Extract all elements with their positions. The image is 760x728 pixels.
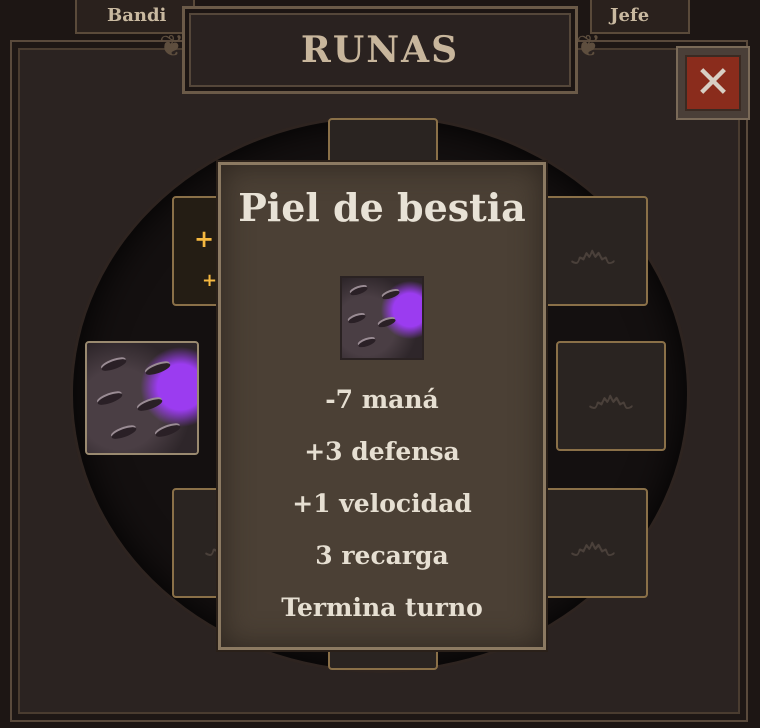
stat-defense: +3 defensa	[304, 437, 460, 466]
sparkle-plus-icon: +	[202, 270, 218, 291]
stat-ends-turn: Termina turno	[281, 593, 483, 622]
close-x-icon: ✕	[685, 55, 741, 111]
rune-slot-right[interactable]: ෴	[556, 341, 666, 451]
left-ornament-icon: ❦	[159, 29, 185, 64]
rune-slot-bottom-right[interactable]: ෴	[538, 488, 648, 598]
tooltip-rune-icon	[340, 276, 424, 360]
sparkle-plus-icon: +	[194, 224, 215, 253]
beast-claw-rune-icon	[342, 278, 422, 358]
close-button[interactable]: ✕	[676, 46, 750, 120]
spiral-rune-icon: ෴	[569, 513, 617, 572]
rune-slot-left-equipped[interactable]	[85, 341, 199, 455]
page-title: RUNAS	[300, 29, 460, 71]
spiral-rune-icon: ෴	[569, 221, 617, 280]
stat-cooldown: 3 recarga	[315, 541, 449, 570]
tooltip-title: Piel de bestia	[238, 185, 526, 230]
rune-slot-top-right[interactable]: ෴	[538, 196, 648, 306]
tab-boss-label: Jefe	[610, 5, 650, 26]
tooltip-stats: -7 maná +3 defensa +1 velocidad 3 recarg…	[281, 374, 483, 634]
stat-mana-cost: -7 maná	[325, 385, 439, 414]
tab-boss[interactable]: Jefe	[590, 0, 690, 34]
title-plate: ❦ RUNAS ❦	[159, 6, 601, 94]
rune-tooltip: Piel de bestia -7 maná +3 defensa +1 vel…	[218, 162, 546, 650]
spiral-rune-icon: ෴	[587, 366, 635, 425]
right-ornament-icon: ❦	[575, 29, 601, 64]
beast-claw-rune-icon	[87, 343, 197, 453]
stat-speed: +1 velocidad	[292, 489, 472, 518]
tab-bandit-label: Bandi	[107, 5, 167, 26]
